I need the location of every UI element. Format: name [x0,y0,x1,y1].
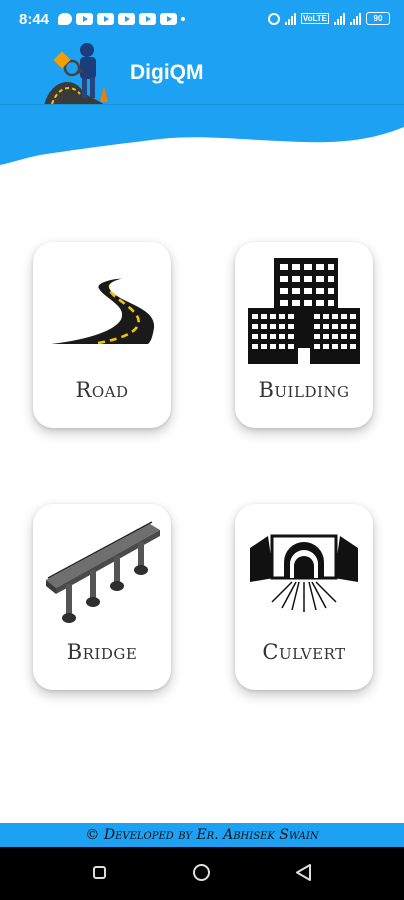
bridge-icon [46,521,160,623]
chat-icon [58,13,72,25]
building-label: Building [258,378,350,402]
hotspot-icon [267,12,280,25]
app-logo-icon [44,43,108,106]
culvert-card[interactable]: Culvert [235,504,373,690]
bridge-card[interactable]: Bridge [33,504,171,690]
dot-icon [181,17,185,21]
culvert-icon [250,534,358,612]
bridge-label: Bridge [66,640,138,664]
culvert-label: Culvert [262,640,346,664]
back-button[interactable] [296,864,312,881]
app-header: DigiQM [0,40,404,106]
footer-credit: © Developed by Er. Abhisek Swain [85,827,319,843]
road-card[interactable]: Road [33,242,171,428]
youtube-icon [118,13,135,25]
battery-icon: 90 [366,12,390,25]
android-nav-bar [0,847,404,900]
road-label: Road [75,378,129,402]
building-card[interactable]: Building [235,242,373,428]
home-button[interactable] [193,864,210,881]
app-title: DigiQM [130,61,204,84]
header-wave [0,105,404,165]
building-icon [248,258,360,364]
system-icons: VoLTE 90 [267,12,390,25]
youtube-icon [139,13,156,25]
notification-icons [58,13,185,25]
recents-button[interactable] [93,866,106,879]
signal-icon [350,12,361,25]
volte-icon: VoLTE [300,13,329,24]
road-icon [45,277,155,345]
youtube-icon [76,13,93,25]
signal-icon [334,12,345,25]
status-bar: 8:44 VoLTE 90 [0,0,404,40]
youtube-icon [97,13,114,25]
footer-bar: © Developed by Er. Abhisek Swain [0,823,404,847]
youtube-icon [160,13,177,25]
status-time: 8:44 [19,11,50,28]
signal-icon [284,12,296,25]
